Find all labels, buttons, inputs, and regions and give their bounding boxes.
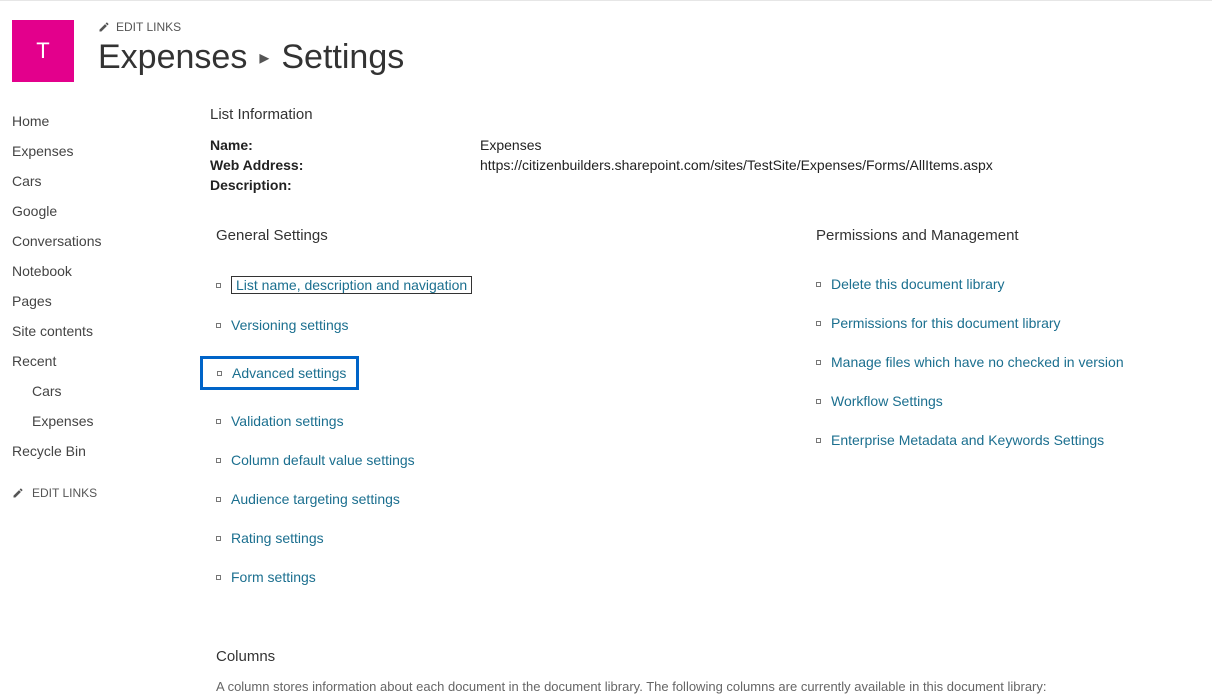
bullet-icon [216, 458, 221, 463]
bullet-icon [216, 323, 221, 328]
link-column-default-value[interactable]: Column default value settings [231, 452, 415, 468]
nav-google[interactable]: Google [12, 196, 194, 226]
breadcrumb: Expenses ▸ Settings [98, 38, 404, 77]
permissions-col: Permissions and Management Delete this d… [810, 227, 1196, 608]
description-label: Description: [210, 177, 480, 193]
name-value: Expenses [480, 137, 541, 153]
breadcrumb-parent[interactable]: Expenses [98, 38, 247, 77]
nav-recycle-bin[interactable]: Recycle Bin [12, 436, 194, 466]
nav-notebook[interactable]: Notebook [12, 256, 194, 286]
edit-links-top[interactable]: EDIT LINKS [98, 20, 404, 34]
name-label: Name: [210, 137, 480, 153]
link-rating-settings[interactable]: Rating settings [231, 530, 324, 546]
web-address-label: Web Address: [210, 157, 480, 173]
bullet-icon [216, 575, 221, 580]
link-enterprise-metadata[interactable]: Enterprise Metadata and Keywords Setting… [831, 432, 1104, 448]
bullet-icon [816, 438, 821, 443]
nav-home[interactable]: Home [12, 106, 194, 136]
bullet-icon [216, 419, 221, 424]
nav-cars[interactable]: Cars [12, 166, 194, 196]
columns-title: Columns [216, 648, 1196, 665]
nav-recent-cars[interactable]: Cars [32, 376, 194, 406]
pencil-icon [12, 487, 24, 499]
bullet-icon [216, 497, 221, 502]
bullet-icon [217, 371, 222, 376]
link-versioning-settings[interactable]: Versioning settings [231, 317, 349, 333]
site-tile-letter: T [36, 38, 49, 64]
pencil-icon [98, 21, 110, 33]
edit-links-label: EDIT LINKS [116, 20, 181, 34]
web-address-value[interactable]: https://citizenbuilders.sharepoint.com/s… [480, 157, 993, 173]
nav-conversations[interactable]: Conversations [12, 226, 194, 256]
edit-links-side[interactable]: EDIT LINKS [12, 466, 194, 500]
link-delete-library[interactable]: Delete this document library [831, 276, 1005, 292]
nav-recent-header: Recent [12, 346, 194, 376]
highlighted-advanced-settings: Advanced settings [200, 356, 359, 390]
link-audience-targeting[interactable]: Audience targeting settings [231, 491, 400, 507]
page-header: T EDIT LINKS Expenses ▸ Settings [0, 2, 1212, 82]
bullet-icon [816, 360, 821, 365]
edit-links-side-label: EDIT LINKS [32, 486, 97, 500]
columns-desc: A column stores information about each d… [216, 679, 1196, 694]
chevron-right-icon: ▸ [259, 45, 269, 70]
nav-site-contents[interactable]: Site contents [12, 316, 194, 346]
link-permissions-library[interactable]: Permissions for this document library [831, 315, 1061, 331]
general-settings-title: General Settings [210, 227, 810, 244]
nav-expenses[interactable]: Expenses [12, 136, 194, 166]
link-list-name-desc-nav[interactable]: List name, description and navigation [236, 277, 467, 293]
bullet-icon [216, 536, 221, 541]
nav-recent-expenses[interactable]: Expenses [32, 406, 194, 436]
site-tile[interactable]: T [12, 20, 74, 82]
link-form-settings[interactable]: Form settings [231, 569, 316, 585]
bullet-icon [216, 283, 221, 288]
general-settings-col: General Settings List name, description … [210, 227, 810, 608]
bullet-icon [816, 399, 821, 404]
breadcrumb-current: Settings [281, 38, 404, 77]
columns-section: Columns A column stores information abou… [210, 648, 1196, 694]
main-content: List Information Name: Expenses Web Addr… [210, 106, 1212, 694]
nav-pages[interactable]: Pages [12, 286, 194, 316]
link-validation-settings[interactable]: Validation settings [231, 413, 344, 429]
link-workflow-settings[interactable]: Workflow Settings [831, 393, 943, 409]
bullet-icon [816, 282, 821, 287]
link-advanced-settings[interactable]: Advanced settings [232, 365, 346, 381]
link-manage-unchecked-files[interactable]: Manage files which have no checked in ve… [831, 354, 1124, 370]
left-nav: Home Expenses Cars Google Conversations … [10, 106, 210, 694]
list-info-title: List Information [210, 106, 1196, 123]
permissions-title: Permissions and Management [810, 227, 1196, 244]
bullet-icon [816, 321, 821, 326]
